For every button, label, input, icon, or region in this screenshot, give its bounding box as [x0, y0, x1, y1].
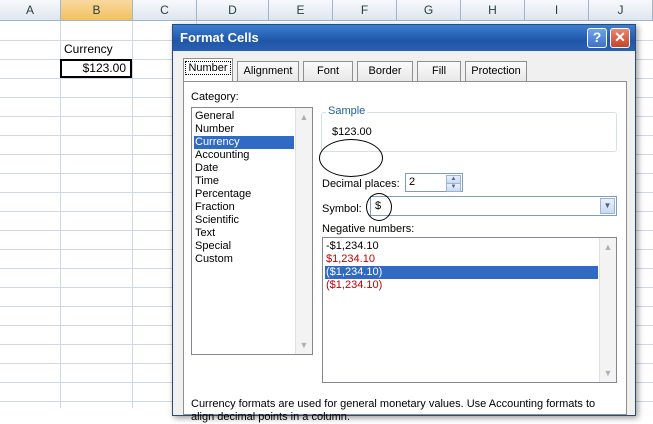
format-cells-dialog: Format Cells ? ✕ Number Alignment Font B…	[172, 24, 636, 423]
column-header-h[interactable]: H	[461, 0, 525, 20]
tab-alignment[interactable]: Alignment	[237, 61, 299, 81]
column-header-b[interactable]: B	[61, 0, 133, 20]
column-header-f[interactable]: F	[333, 0, 397, 20]
scroll-up-icon[interactable]: ▲	[298, 110, 310, 124]
negative-numbers-list[interactable]: -$1,234.10 $1,234.10 ($1,234.10) ($1,234…	[322, 237, 617, 383]
negative-format-item[interactable]: ($1,234.10)	[325, 279, 598, 292]
number-tab-panel: Category: General Number Currency Accoun…	[183, 81, 627, 423]
column-header-i[interactable]: I	[525, 0, 589, 20]
category-item[interactable]: Custom	[194, 253, 294, 266]
symbol-label: Symbol:	[322, 203, 362, 215]
dialog-title: Format Cells	[180, 30, 259, 45]
decimal-places-stepper[interactable]: 2 ▲ ▼	[405, 173, 463, 192]
help-button[interactable]: ?	[587, 28, 607, 48]
tab-protection[interactable]: Protection	[465, 61, 527, 81]
category-list[interactable]: General Number Currency Accounting Date …	[191, 107, 313, 355]
negative-format-item[interactable]: $1,234.10	[325, 253, 598, 266]
column-header-d[interactable]: D	[197, 0, 269, 20]
category-item-selected[interactable]: Currency	[194, 136, 294, 149]
tab-number[interactable]: Number	[183, 58, 233, 82]
dialog-titlebar[interactable]: Format Cells ? ✕	[173, 25, 635, 51]
column-header-a[interactable]: A	[0, 0, 61, 20]
column-header-g[interactable]: G	[397, 0, 461, 20]
column-header-bar: A B C D E F G H I J	[0, 0, 653, 21]
negative-numbers-label: Negative numbers:	[322, 223, 415, 235]
category-item[interactable]: Time	[194, 175, 294, 188]
category-label: Category:	[191, 91, 239, 103]
column-header-e[interactable]: E	[269, 0, 333, 20]
tab-border[interactable]: Border	[357, 61, 413, 81]
scroll-down-icon[interactable]: ▼	[602, 366, 614, 380]
tab-fill[interactable]: Fill	[417, 61, 461, 81]
sample-highlight-ellipse	[319, 139, 383, 177]
negative-format-item[interactable]: -$1,234.10	[325, 240, 598, 253]
active-cell-b4[interactable]: $123.00	[60, 59, 132, 78]
category-item[interactable]: Number	[194, 123, 294, 136]
format-description-line2: align decimal points in a column.	[191, 411, 350, 423]
column-header-j[interactable]: J	[589, 0, 653, 20]
category-scrollbar[interactable]: ▲ ▼	[295, 108, 312, 354]
category-item[interactable]: Text	[194, 227, 294, 240]
sample-label: Sample	[326, 105, 368, 117]
tab-font[interactable]: Font	[303, 61, 353, 81]
decimal-places-value[interactable]: 2	[409, 176, 415, 188]
category-item[interactable]: Date	[194, 162, 294, 175]
close-button[interactable]: ✕	[610, 28, 630, 48]
category-item[interactable]: Percentage	[194, 188, 294, 201]
negative-format-item-selected[interactable]: ($1,234.10)	[325, 266, 598, 279]
symbol-highlight-ellipse	[366, 193, 392, 221]
sample-value: $123.00	[332, 126, 372, 138]
format-description: Currency formats are used for general mo…	[191, 398, 621, 424]
scroll-up-icon[interactable]: ▲	[602, 240, 614, 254]
spin-down-icon[interactable]: ▼	[446, 183, 461, 192]
column-header-c[interactable]: C	[133, 0, 197, 20]
category-item[interactable]: General	[194, 110, 294, 123]
decimal-places-label: Decimal places:	[322, 178, 400, 190]
scroll-down-icon[interactable]: ▼	[298, 338, 310, 352]
category-item[interactable]: Accounting	[194, 149, 294, 162]
format-description-line1: Currency formats are used for general mo…	[191, 398, 596, 410]
chevron-down-icon[interactable]: ▼	[600, 198, 615, 214]
category-item[interactable]: Fraction	[194, 201, 294, 214]
cell-b3[interactable]: Currency	[64, 42, 113, 56]
symbol-dropdown[interactable]: $ ▼	[370, 196, 617, 216]
negative-scrollbar[interactable]: ▲ ▼	[599, 238, 616, 382]
category-item[interactable]: Special	[194, 240, 294, 253]
category-item[interactable]: Scientific	[194, 214, 294, 227]
